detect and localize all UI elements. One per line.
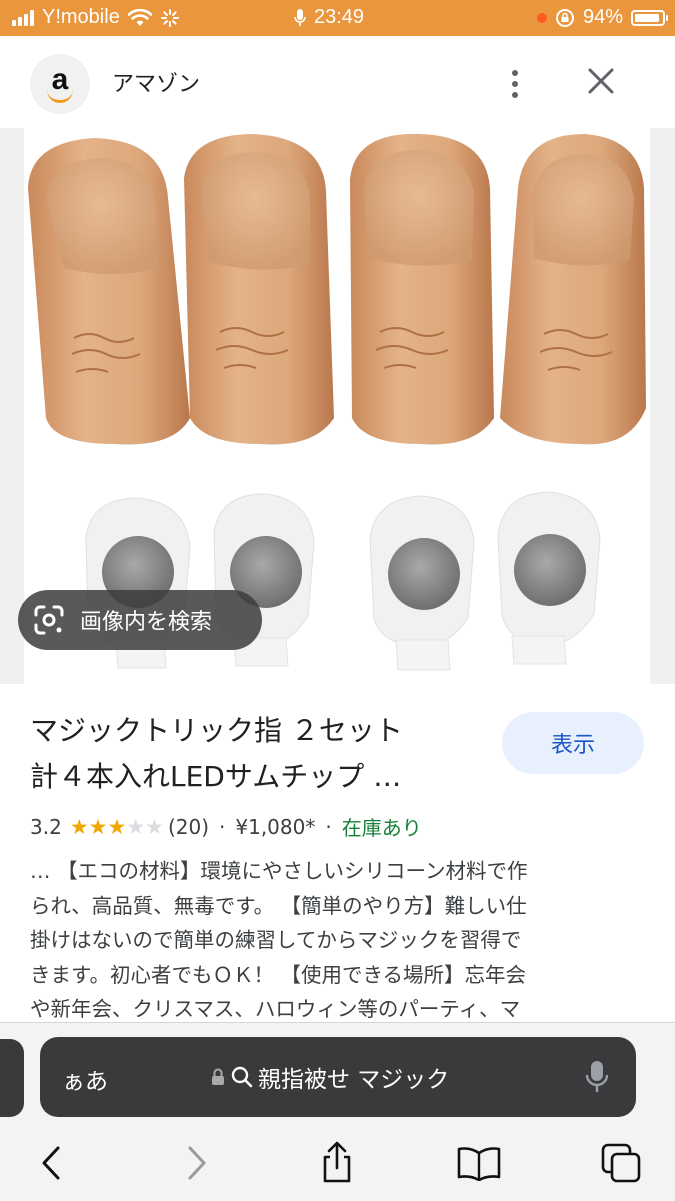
browser-toolbar: ぁあ 親指被せ マジック — [0, 1022, 675, 1201]
image-edge-right — [650, 128, 675, 684]
source-header: a アマゾン — [0, 36, 675, 128]
review-count: (20) — [167, 814, 210, 839]
loading-icon — [160, 8, 179, 27]
product-title[interactable]: マジックトリック指 ２セット 計４本入れLEDサムチップ … — [30, 708, 480, 800]
star-filled-icon: ★ — [107, 814, 127, 839]
share-icon[interactable] — [314, 1141, 360, 1185]
led-tip-4 — [497, 491, 601, 665]
orientation-lock-icon — [555, 8, 574, 27]
meta-separator: · — [325, 814, 332, 839]
image-edge-left — [0, 128, 24, 684]
thumb-tip-1 — [28, 138, 190, 445]
rating-stars: ★ ★ ★ ★ ★ — [69, 814, 164, 839]
tabs-icon[interactable] — [598, 1141, 644, 1185]
description-line: 掛けはないので簡単の練習してからマジックを習得で — [30, 928, 522, 952]
close-icon[interactable] — [582, 62, 620, 100]
led-tip-3 — [369, 495, 475, 671]
recording-dot-icon — [536, 12, 547, 23]
status-bar: Y!mobile 23:49 94% — [0, 0, 675, 36]
status-left: Y!mobile — [12, 6, 180, 29]
mic-indicator-icon — [294, 8, 306, 26]
status-center: 23:49 — [294, 6, 364, 29]
meta-separator: · — [219, 814, 226, 839]
star-empty-icon: ★ — [126, 814, 146, 839]
product-title-line-2: 計４本入れLEDサムチップ … — [30, 760, 402, 793]
thumb-tip-2 — [184, 134, 334, 445]
thumb-tip-4 — [500, 134, 646, 445]
logo-smile — [47, 90, 73, 103]
search-in-image-button[interactable]: 画像内を検索 — [18, 590, 262, 650]
view-button[interactable]: 表示 — [502, 712, 644, 774]
more-vert-icon[interactable] — [500, 64, 530, 104]
description-line: … 【エコの材料】環境にやさしいシリコーン材料で作 — [30, 859, 528, 883]
lens-icon — [34, 605, 64, 635]
battery-percent: 94% — [582, 6, 623, 28]
wifi-icon — [127, 8, 152, 26]
thumb-tip-3 — [350, 133, 494, 445]
rating-value: 3.2 — [30, 814, 62, 839]
address-text: 親指被せ マジック — [258, 1067, 450, 1093]
star-filled-icon: ★ — [88, 814, 108, 839]
battery-icon — [631, 9, 668, 26]
description-line: られ、高品質、無毒です。 【簡単のやり方】難しい仕 — [30, 893, 527, 918]
product-title-line-1: マジックトリック指 ２セット — [30, 714, 403, 747]
signal-icon — [12, 9, 34, 26]
star-filled-icon: ★ — [69, 814, 89, 839]
status-right: 94% — [536, 6, 668, 29]
availability: 在庫あり — [341, 816, 422, 840]
search-in-image-label: 画像内を検索 — [80, 610, 213, 635]
forward-icon[interactable] — [174, 1141, 220, 1185]
product-meta: 3.2 ★ ★ ★ ★ ★ (20) · ¥1,080* · 在庫あり — [30, 812, 422, 841]
star-empty-icon: ★ — [145, 814, 164, 839]
nav-bar — [0, 1133, 675, 1193]
bookmarks-icon[interactable] — [456, 1141, 502, 1185]
site-name[interactable]: アマゾン — [112, 66, 200, 98]
mic-icon[interactable] — [584, 1059, 610, 1095]
carrier-name: Y!mobile — [42, 6, 120, 28]
address-bar[interactable]: ぁあ 親指被せ マジック — [40, 1037, 636, 1117]
product-description: … 【エコの材料】環境にやさしいシリコーン材料で作 られ、高品質、無毒です。 【… — [30, 854, 642, 1027]
description-line: きます。初心者でもＯＫ！ 【使用できる場所】忘年会 — [30, 962, 527, 987]
amazon-logo[interactable]: a — [30, 54, 90, 114]
search-icon — [231, 1066, 253, 1088]
back-icon[interactable] — [28, 1141, 74, 1185]
clock: 23:49 — [314, 6, 365, 28]
lock-icon — [212, 1068, 224, 1085]
address-text-group: 親指被せ マジック — [210, 1060, 449, 1094]
text-size-button[interactable]: ぁあ — [62, 1062, 108, 1096]
previous-tab-preview[interactable] — [0, 1039, 24, 1117]
price: ¥1,080* — [235, 814, 316, 839]
